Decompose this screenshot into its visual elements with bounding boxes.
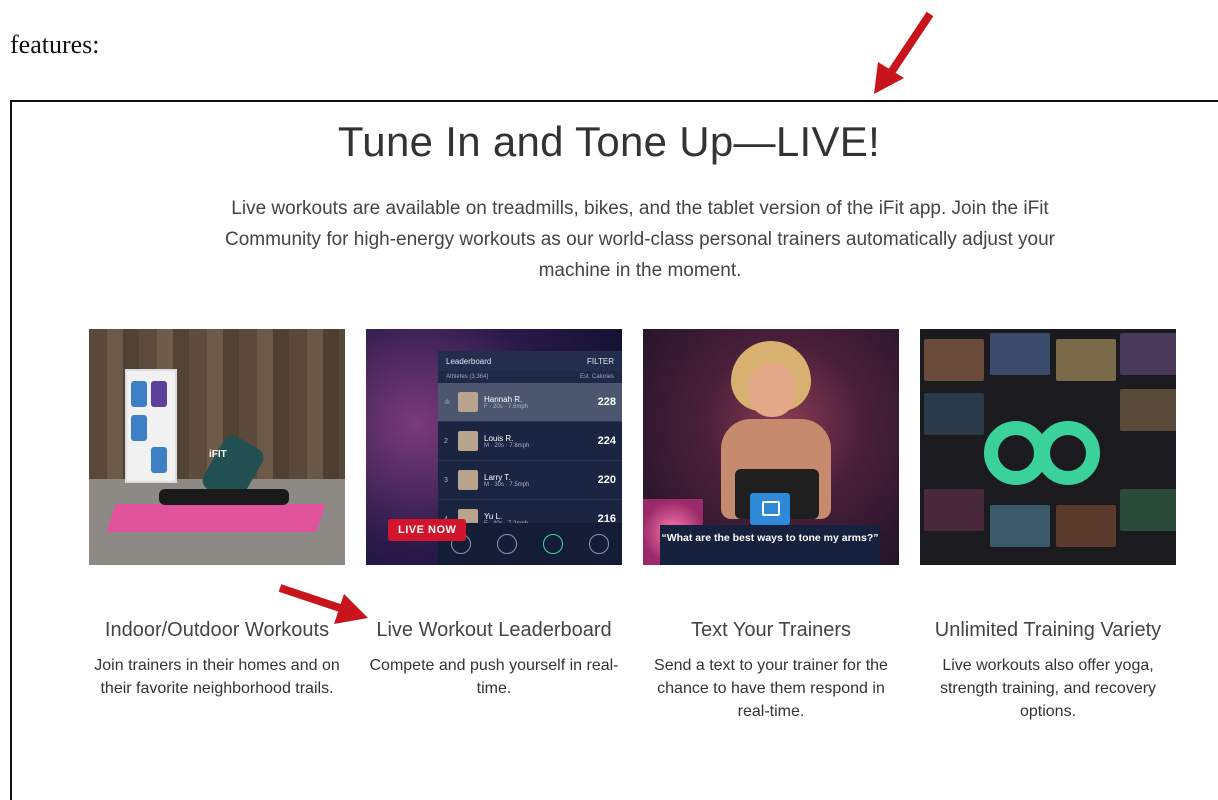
yoga-photo: iFIT: [89, 329, 345, 565]
feature-title: Text Your Trainers: [690, 619, 852, 641]
athlete-rank: 3: [444, 476, 448, 484]
athlete-score: 228: [597, 396, 616, 408]
athlete-name: Larry T.: [484, 472, 511, 482]
doc-label: features:: [10, 30, 100, 59]
leaderboard-photo: Leaderboard FILTER Athletes (3,364) Est.…: [366, 329, 622, 565]
athlete-rank: 2: [444, 437, 448, 445]
leaderboard-row: ♔ Hannah R. F · 20s · 7.6mph 228: [438, 383, 622, 422]
leaderboard-row: 2 Louis R. M · 20s · 7.8mph 224: [438, 422, 622, 461]
feature-desc: Compete and push yourself in real-time.: [369, 657, 619, 697]
variety-photo: [920, 329, 1176, 565]
athlete-name: Louis R.: [484, 433, 514, 443]
side-arrow-icon: [278, 584, 368, 624]
top-arrow-icon: [874, 11, 934, 94]
avatar: [458, 470, 478, 490]
athlete-score: 220: [597, 474, 616, 486]
calories-icon: [543, 534, 563, 554]
watt-hours-icon: [589, 534, 609, 554]
trainer-photo: “What are the best ways to tone my arms?…: [643, 329, 899, 565]
brand-logo: iFIT: [209, 449, 227, 460]
feature-title: Live Workout Leaderboard: [376, 619, 612, 641]
feature-card-indoor-outdoor: iFIT Indoor/Outdoor Workouts Join traine…: [89, 329, 345, 700]
chat-icon: [750, 493, 790, 525]
leaderboard-title: Leaderboard: [446, 356, 492, 366]
avatar: [458, 392, 478, 412]
infinity-icon: [984, 421, 1114, 485]
athlete-name: Yu L.: [484, 511, 503, 521]
athlete-info: M · 30s · 7.5mph: [484, 481, 530, 488]
feature-card-text-trainers: “What are the best ways to tone my arms?…: [643, 329, 899, 723]
feature-desc: Join trainers in their homes and on thei…: [94, 657, 340, 697]
live-now-badge: LIVE NOW: [388, 519, 467, 541]
filter-label: FILTER: [587, 356, 614, 366]
crown-icon: ♔: [444, 399, 451, 406]
page-heading: Tune In and Tone Up—LIVE!: [337, 118, 881, 165]
athlete-info: F · 20s · 7.6mph: [484, 403, 529, 410]
intro-text: Live workouts are available on treadmill…: [224, 198, 1056, 281]
feature-title: Unlimited Training Variety: [934, 619, 1162, 641]
chat-bubble: “What are the best ways to tone my arms?…: [660, 525, 880, 565]
metric-label: Est. Calories: [579, 374, 614, 380]
feature-desc: Live workouts also offer yoga, strength …: [939, 657, 1157, 720]
athlete-count: Athletes (3,364): [446, 374, 489, 380]
leaderboard-row: 3 Larry T. M · 30s · 7.5mph 220: [438, 461, 622, 500]
athlete-name: Hannah R.: [484, 394, 523, 404]
feature-card-variety: Unlimited Training Variety Live workouts…: [920, 329, 1176, 723]
athlete-score: 224: [597, 435, 616, 447]
feature-card-leaderboard: Leaderboard FILTER Athletes (3,364) Est.…: [366, 329, 622, 700]
avatar: [458, 431, 478, 451]
distance-icon: [497, 534, 517, 554]
feature-desc: Send a text to your trainer for the chan…: [654, 657, 888, 720]
athlete-info: M · 20s · 7.8mph: [484, 442, 530, 449]
